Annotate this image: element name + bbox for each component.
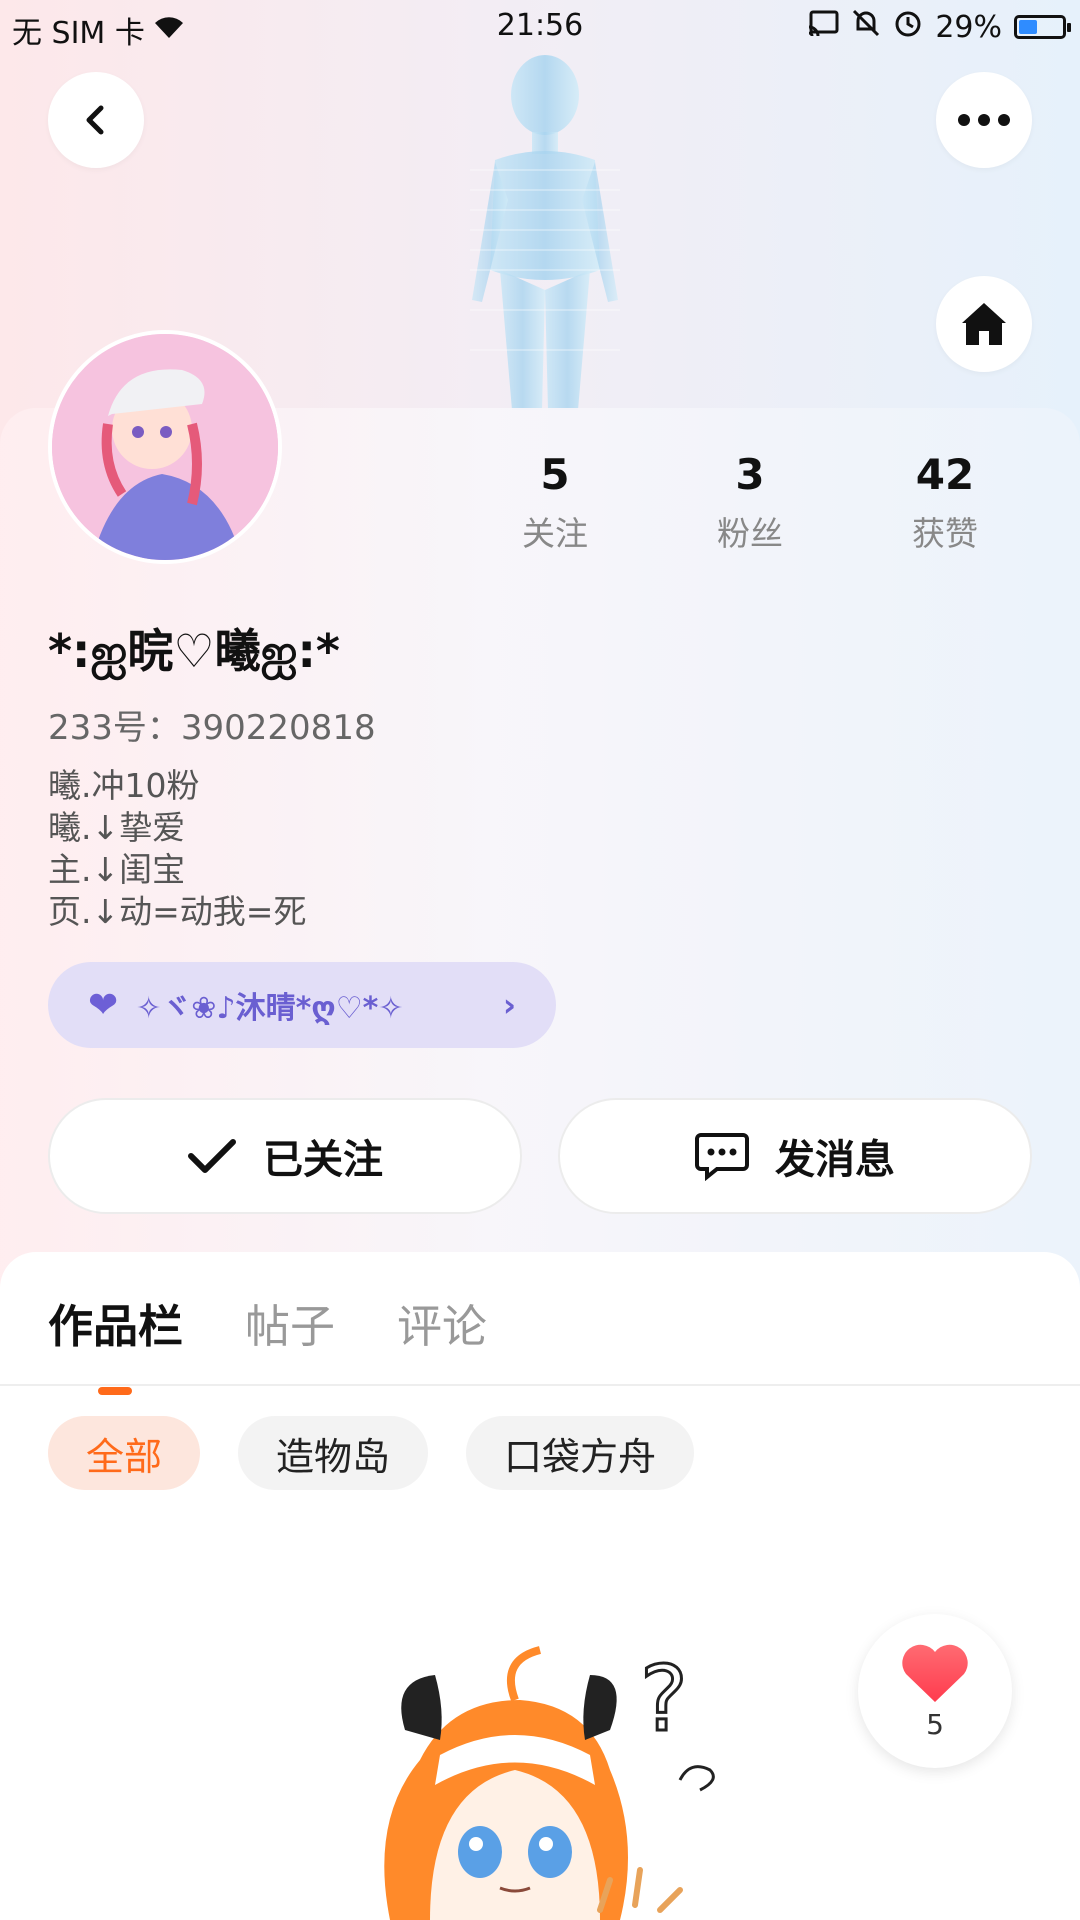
stat-followers-label: 粉丝 — [717, 514, 783, 553]
alarm-icon — [893, 8, 923, 46]
tab-comments[interactable]: 评论 — [397, 1290, 487, 1355]
checkmark-icon — [188, 1139, 236, 1173]
home-icon — [962, 303, 1006, 345]
bond-badge-text: ✧ヾ❀♪沐晴*ღ♡*✧ — [136, 991, 404, 1026]
followed-button-label: 已关注 — [263, 1137, 383, 1183]
filter-chip-creation-island[interactable]: 造物岛 — [238, 1416, 429, 1490]
chevron-left-icon — [86, 105, 104, 135]
3d-avatar-figure — [470, 55, 620, 410]
tab-works-label: 作品栏 — [48, 1300, 184, 1353]
stat-likes[interactable]: 42 获赞 — [860, 450, 1030, 555]
bond-badge[interactable]: ❤ ✧ヾ❀♪沐晴*ღ♡*✧ › — [48, 962, 556, 1048]
like-count: 5 — [926, 1707, 944, 1741]
status-bar: 无 SIM 卡 21:56 29% — [0, 0, 1080, 56]
chevron-right-icon: › — [502, 986, 516, 1024]
content-tabs: 作品栏 帖子 评论 — [48, 1290, 487, 1395]
more-dots-icon — [958, 114, 1010, 126]
stat-likes-label: 获赞 — [912, 514, 978, 553]
stat-likes-count: 42 — [915, 450, 975, 499]
avatar-image — [52, 334, 278, 560]
send-message-label: 发消息 — [775, 1137, 895, 1183]
profile-stats: 5 关注 3 粉丝 42 获赞 — [470, 450, 1030, 555]
username: *:ஐ晥♡曦ஐ:* — [48, 624, 340, 678]
cast-icon — [807, 9, 839, 45]
tab-works[interactable]: 作品栏 — [48, 1290, 184, 1395]
more-button[interactable] — [936, 72, 1032, 168]
bio-line: 主.↓闺宝 — [48, 850, 186, 889]
filter-chips: 全部 造物岛 口袋方舟 — [48, 1416, 695, 1490]
home-button[interactable] — [936, 276, 1032, 372]
tabs-divider — [0, 1384, 1080, 1386]
tab-indicator — [98, 1387, 132, 1395]
bio-line: 曦.冲10粉 — [48, 766, 200, 805]
stat-following-count: 5 — [540, 450, 570, 499]
mascot-illustration: ? — [384, 1646, 715, 1920]
double-heart-icon: ❤ — [88, 984, 119, 1026]
battery-icon — [1014, 15, 1071, 39]
mute-bell-icon — [851, 8, 881, 46]
chat-bubble-icon — [695, 1133, 749, 1181]
back-button[interactable] — [48, 72, 144, 168]
stat-following[interactable]: 5 关注 — [470, 450, 640, 555]
filter-chip-pocket-ark[interactable]: 口袋方舟 — [466, 1416, 695, 1490]
like-button[interactable]: 5 — [858, 1614, 1012, 1768]
question-mark-doodle: ? — [640, 1647, 688, 1752]
avatar[interactable] — [48, 330, 282, 564]
tab-posts[interactable]: 帖子 — [245, 1290, 335, 1355]
heart-icon — [902, 1644, 968, 1702]
send-message-button[interactable]: 发消息 — [558, 1098, 1032, 1214]
bio: 曦.冲10粉 曦.↓挚爱 主.↓闺宝 页.↓动=动我=死 — [48, 765, 306, 933]
bio-line: 曦.↓挚爱 — [48, 808, 186, 847]
stat-followers-count: 3 — [735, 450, 765, 499]
battery-percent: 29% — [935, 9, 1002, 45]
stat-following-label: 关注 — [522, 514, 588, 553]
user-id: 233号：390220818 — [48, 708, 376, 748]
filter-chip-all[interactable]: 全部 — [48, 1416, 201, 1490]
stat-followers[interactable]: 3 粉丝 — [665, 450, 835, 555]
bio-line: 页.↓动=动我=死 — [48, 892, 307, 931]
followed-button[interactable]: 已关注 — [48, 1098, 522, 1214]
